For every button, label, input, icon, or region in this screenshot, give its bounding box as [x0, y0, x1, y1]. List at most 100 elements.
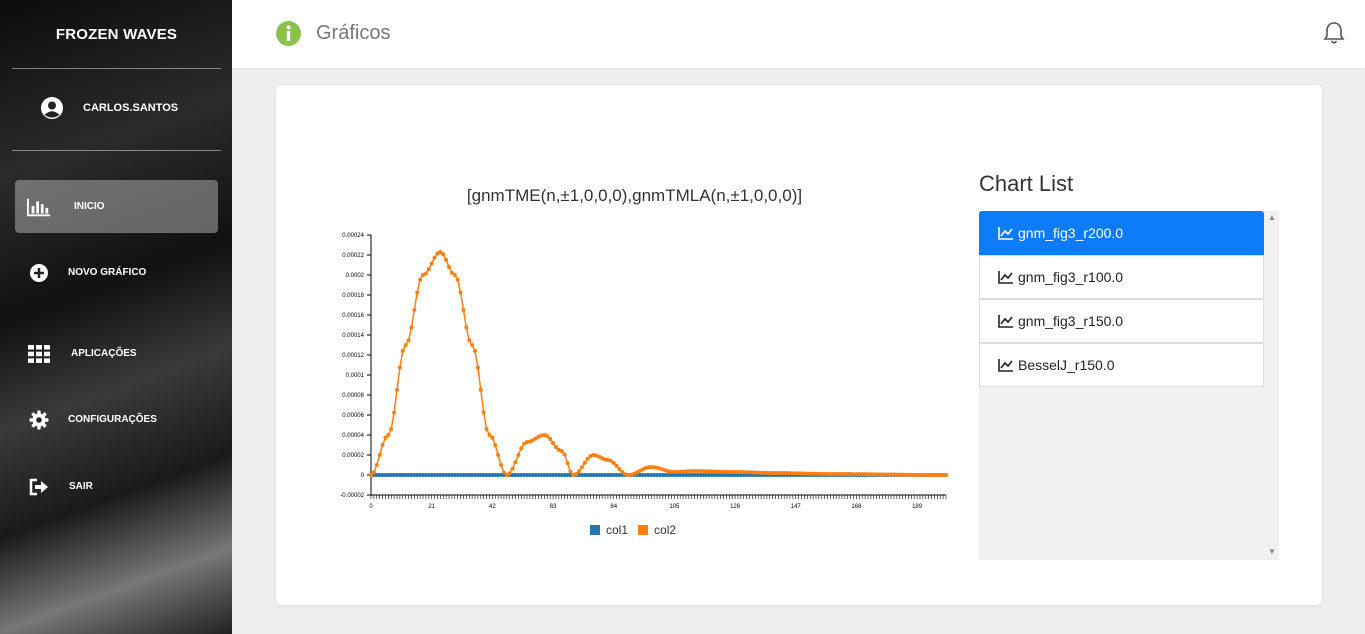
- data-point-col2: [579, 465, 584, 470]
- y-tick-label: 0.0002: [346, 273, 365, 279]
- data-point-col2: [490, 435, 495, 440]
- data-point-col2: [412, 308, 417, 312]
- legend-label: col1: [606, 523, 629, 537]
- data-point-col2: [418, 277, 423, 282]
- scroll-down-arrow[interactable]: ▼: [1268, 547, 1276, 556]
- legend-item-col2[interactable]: col2: [638, 523, 676, 537]
- chart-title: [gnmTME(n,±1,0,0,0),gnmTMLA(n,±1,0,0,0)]: [466, 186, 803, 205]
- nav-item-configuracoes[interactable]: CONFIGURAÇÕES: [15, 393, 218, 446]
- nav-label: CONFIGURAÇÕES: [68, 414, 157, 425]
- chart-list-item-label: gnm_fig3_r100.0: [1018, 269, 1124, 285]
- data-point-col2: [415, 290, 420, 295]
- data-point-col2: [565, 461, 570, 465]
- data-point-col2: [458, 290, 463, 295]
- y-tick-label: 0.00006: [342, 413, 364, 419]
- plus-circle-icon: [27, 261, 51, 285]
- data-point-col2: [371, 470, 376, 475]
- data-point-col2: [452, 273, 457, 277]
- gear-icon: [27, 408, 51, 432]
- sign-out-icon: [27, 475, 51, 499]
- x-tick-label: 147: [791, 504, 802, 510]
- chart-list-item-label: BesselJ_r150.0: [1018, 357, 1115, 373]
- data-point-col2: [464, 325, 469, 330]
- data-point-col2: [406, 338, 411, 343]
- y-tick-label: 0.00018: [342, 293, 364, 299]
- line-chart-icon: [998, 359, 1013, 372]
- data-point-col2: [484, 426, 489, 431]
- y-tick-label: 0.00016: [342, 313, 364, 319]
- x-tick-label: 63: [550, 504, 557, 510]
- data-point-col2: [493, 443, 498, 447]
- data-point-col2: [475, 365, 480, 370]
- chart-list-item[interactable]: gnm_fig3_r100.0: [979, 255, 1264, 299]
- page-title: Gráficos: [316, 22, 391, 44]
- nav-label: SAIR: [69, 481, 93, 492]
- x-tick-label: 42: [489, 504, 496, 510]
- data-point-col2: [374, 463, 379, 467]
- nav-item-aplicacoes[interactable]: APLICAÇÕES: [15, 327, 218, 380]
- data-point-col2: [548, 437, 553, 441]
- legend-label: col2: [654, 523, 677, 537]
- nav-label: INICIO: [74, 201, 105, 212]
- y-tick-label: 0.00024: [342, 233, 364, 239]
- line-chart: -0.00002 0 0.00002 0.00004 0.00006 0.00008 0.0…: [340, 233, 948, 510]
- y-tick-label: -0.00002: [340, 493, 364, 499]
- bar-chart-icon: [27, 195, 51, 219]
- chart-list[interactable]: gnm_fig3_r200.0 gnm_fig3_r100.0 gnm_fig3…: [979, 211, 1279, 560]
- chart-legend: col1 col2: [590, 523, 676, 537]
- data-point-col2: [467, 338, 472, 343]
- data-point-col2: [423, 271, 428, 276]
- data-point-col2: [429, 261, 434, 266]
- data-point-col2: [944, 473, 948, 477]
- x-tick-label: 126: [730, 504, 741, 510]
- data-point-col2: [461, 308, 466, 312]
- data-point-col2: [510, 466, 515, 471]
- info-circle-icon: [276, 21, 301, 46]
- y-tick-label: 0.00002: [342, 453, 364, 459]
- data-point-col2: [577, 469, 582, 474]
- user-name: CARLOS.SANTOS: [83, 102, 179, 114]
- data-point-col2: [617, 467, 622, 472]
- data-point-col2: [551, 441, 556, 445]
- data-point-col2: [553, 445, 558, 449]
- data-point-col2: [516, 452, 521, 457]
- data-point-col2: [441, 252, 446, 257]
- chart-list-item[interactable]: BesselJ_r150.0: [979, 343, 1264, 387]
- user-panel[interactable]: CARLOS.SANTOS: [12, 69, 221, 151]
- y-tick-label: 0.00008: [342, 393, 364, 399]
- data-point-col2: [380, 443, 385, 447]
- data-point-col2: [470, 343, 475, 347]
- data-point-col2: [481, 410, 486, 415]
- nav-item-sair[interactable]: SAIR: [15, 460, 218, 513]
- chart-list-item-label: gnm_fig3_r200.0: [1018, 225, 1124, 241]
- chart-card: [gnmTME(n,±1,0,0,0),gnmTMLA(n,±1,0,0,0)]…: [276, 85, 1322, 605]
- y-tick-label: 0.00012: [342, 353, 364, 359]
- nav-item-novo-grafico[interactable]: NOVO GRÁFICO: [15, 246, 218, 299]
- data-point-col2: [455, 277, 460, 282]
- data-point-col2: [513, 460, 518, 465]
- scroll-up-arrow[interactable]: ▲: [1268, 213, 1276, 222]
- chart-list-title: Chart List: [979, 171, 1074, 196]
- user-circle-icon: [41, 97, 63, 119]
- chart-list-item[interactable]: gnm_fig3_r200.0: [979, 211, 1264, 255]
- data-point-col2: [426, 267, 431, 272]
- line-chart-icon: [998, 315, 1013, 328]
- data-point-col2: [585, 456, 590, 461]
- data-point-col2: [397, 365, 402, 370]
- data-point-col2: [395, 388, 400, 392]
- line-chart-icon: [998, 271, 1013, 284]
- x-tick-label: 105: [669, 504, 680, 510]
- data-point-col2: [614, 463, 619, 468]
- line-chart-icon: [998, 227, 1013, 240]
- x-tick-label: 84: [610, 504, 617, 510]
- data-point-col2: [473, 349, 478, 354]
- nav-item-inicio[interactable]: INICIO: [15, 180, 218, 233]
- grid-icon: [27, 342, 51, 366]
- data-point-col2: [611, 460, 616, 465]
- bell-icon[interactable]: [1323, 21, 1345, 45]
- data-point-col2: [496, 453, 501, 457]
- data-point-col2: [478, 388, 483, 392]
- data-point-col2: [432, 255, 437, 260]
- chart-list-item[interactable]: gnm_fig3_r150.0: [979, 299, 1264, 343]
- legend-item-col1[interactable]: col1: [590, 523, 628, 537]
